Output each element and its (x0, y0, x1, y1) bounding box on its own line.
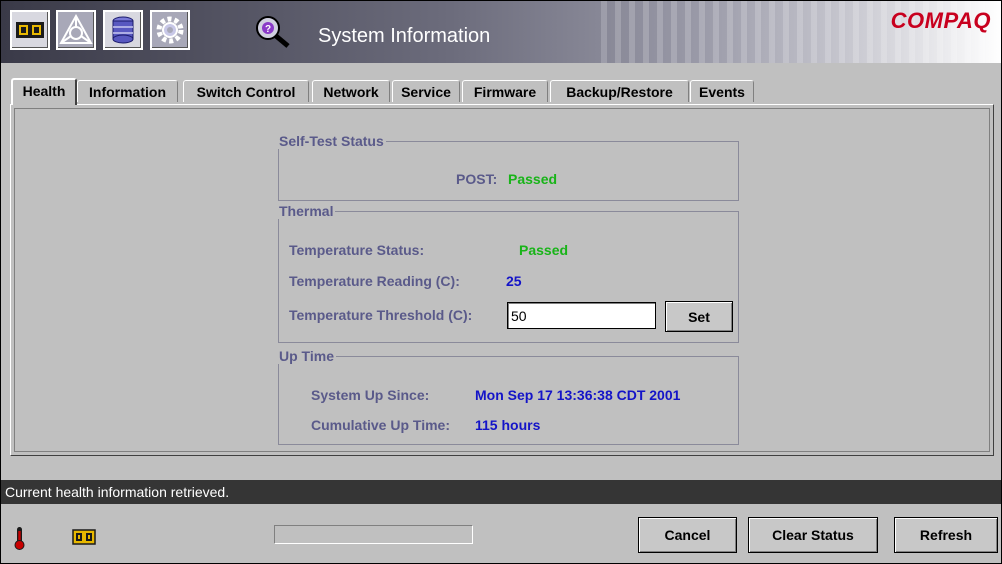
compaq-logo: COMPAQ (890, 8, 991, 33)
temperature-status-value: Passed (519, 242, 569, 258)
clear-status-button[interactable]: Clear Status (748, 517, 878, 553)
system-up-since-label: System Up Since: (311, 387, 430, 403)
tab-information[interactable]: Information (77, 80, 178, 102)
storage-icon[interactable] (103, 10, 143, 50)
window-title: System Information (318, 25, 491, 47)
temperature-threshold-input[interactable] (507, 302, 656, 329)
tab-switch-control[interactable]: Switch Control (183, 80, 309, 102)
title-header: ? System Information COMPAQ (1, 1, 1001, 63)
self-test-group: Self-Test Status (278, 133, 739, 201)
status-message-bar: Current health information retrieved. (1, 480, 1001, 504)
switch-icon[interactable] (10, 10, 50, 50)
temperature-threshold-label: Temperature Threshold (C): (289, 307, 473, 323)
health-panel: Self-Test Status POST: Passed Thermal Te… (10, 104, 994, 456)
info-icon[interactable]: ? (248, 13, 296, 49)
uptime-legend: Up Time (279, 348, 334, 364)
tab-events[interactable]: Events (690, 80, 754, 102)
refresh-button[interactable]: Refresh (894, 517, 998, 553)
temperature-reading-value: 25 (506, 273, 522, 289)
thermometer-icon (9, 525, 29, 551)
cumulative-up-time-value: 115 hours (475, 417, 541, 433)
self-test-legend: Self-Test Status (279, 133, 384, 149)
tab-firmware[interactable]: Firmware (462, 80, 548, 102)
temperature-status-label: Temperature Status: (289, 242, 425, 258)
fabric-icon[interactable] (56, 10, 96, 50)
settings-icon[interactable] (150, 10, 190, 50)
system-up-since-value: Mon Sep 17 13:36:38 CDT 2001 (475, 387, 681, 403)
temperature-reading-label: Temperature Reading (C): (289, 273, 460, 289)
set-threshold-button[interactable]: Set (665, 301, 733, 332)
tab-network[interactable]: Network (312, 80, 390, 102)
tab-service[interactable]: Service (392, 80, 460, 102)
tab-health[interactable]: Health (11, 78, 77, 105)
cancel-button[interactable]: Cancel (638, 517, 737, 553)
post-status: Passed (508, 171, 558, 187)
tab-backup-restore[interactable]: Backup/Restore (550, 80, 689, 102)
progress-bar (274, 525, 473, 544)
system-information-window: ? System Information COMPAQ Health Infor… (0, 0, 1002, 564)
thermal-legend: Thermal (279, 203, 334, 219)
post-label: POST: (456, 171, 498, 187)
cumulative-up-time-label: Cumulative Up Time: (311, 417, 450, 433)
svg-text:?: ? (265, 24, 271, 35)
switch-status-icon (72, 529, 96, 545)
